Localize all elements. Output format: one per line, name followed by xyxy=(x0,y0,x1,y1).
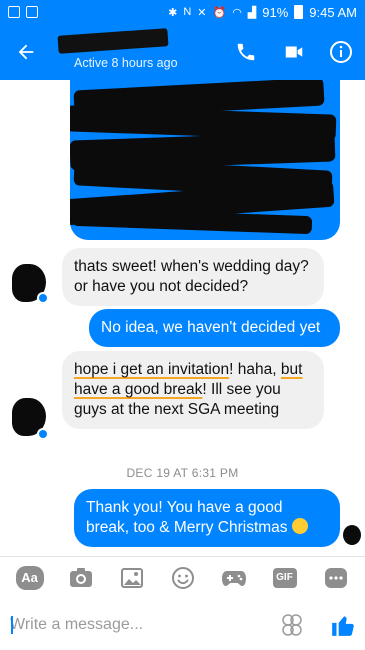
message-composer xyxy=(0,600,365,650)
battery-percent: 91% xyxy=(262,4,289,20)
message-timestamp: DEC 19 AT 6:31 PM xyxy=(126,466,239,480)
camera-button[interactable] xyxy=(67,564,95,592)
sticker-faces-icon xyxy=(282,614,302,636)
video-call-button[interactable] xyxy=(280,38,308,66)
read-receipt-avatar xyxy=(343,525,361,545)
message-text: thats sweet! when's wedding day? or have… xyxy=(74,258,309,295)
camera-icon xyxy=(69,567,92,587)
stickers-button[interactable] xyxy=(280,613,304,637)
composer-toolbar: Aa GIF xyxy=(0,556,365,598)
phone-icon xyxy=(237,43,255,61)
nfc-icon: N xyxy=(183,6,192,18)
gallery-button[interactable] xyxy=(118,564,146,592)
bluetooth-icon: ✱ xyxy=(168,6,178,19)
battery-icon xyxy=(294,5,304,19)
message-text: ! haha, xyxy=(229,361,281,378)
arrow-left-icon xyxy=(18,44,34,60)
message-text: No idea, we haven't decided yet xyxy=(101,319,321,336)
info-button[interactable] xyxy=(327,38,355,66)
smiling-face-emoji-icon xyxy=(291,518,308,534)
thumbs-up-icon xyxy=(332,616,354,636)
active-status: Active 8 hours ago xyxy=(74,56,178,70)
messenger-badge-icon xyxy=(37,428,49,440)
message-text: Thank you! You have a good break, too & … xyxy=(86,499,288,536)
gif-icon: GIF xyxy=(272,567,297,588)
status-bar: ✱ N ✕ ⏰ ◠ ▟ 91% 9:45 AM xyxy=(0,0,365,24)
signal-icon: ▟ xyxy=(247,6,257,19)
gamepad-icon xyxy=(221,570,246,586)
message-input[interactable] xyxy=(10,612,270,638)
mute-icon: ✕ xyxy=(197,6,207,19)
smiley-icon xyxy=(171,566,194,589)
messenger-badge-icon xyxy=(37,292,49,304)
message-bubble-outgoing-redacted[interactable] xyxy=(70,80,340,240)
message-bubble-incoming[interactable]: hope i get an invitation! haha, but have… xyxy=(62,351,324,429)
message-thread[interactable]: thats sweet! when's wedding day? or have… xyxy=(0,80,365,550)
text-cursor xyxy=(11,616,13,634)
image-icon xyxy=(120,567,143,588)
games-button[interactable] xyxy=(220,564,248,592)
message-text-highlighted: hope i get an invitation xyxy=(74,361,230,378)
wifi-icon: ◠ xyxy=(232,6,242,19)
conversation-header: Active 8 hours ago xyxy=(0,24,365,80)
info-icon xyxy=(330,41,352,63)
message-bubble-outgoing[interactable]: No idea, we haven't decided yet xyxy=(89,309,340,347)
instagram-notification-icon xyxy=(8,6,20,18)
video-camera-icon xyxy=(285,46,303,58)
more-dots-icon xyxy=(324,567,347,588)
aa-icon: Aa xyxy=(15,565,44,590)
message-bubble-outgoing[interactable]: Thank you! You have a good break, too & … xyxy=(74,489,340,547)
contact-name-redacted[interactable] xyxy=(57,28,169,54)
image-notification-icon xyxy=(26,6,38,18)
voice-call-button[interactable] xyxy=(232,38,260,66)
sticker-picker-button[interactable] xyxy=(169,564,197,592)
like-button[interactable] xyxy=(330,612,356,638)
text-style-button[interactable]: Aa xyxy=(15,564,44,592)
back-button[interactable] xyxy=(12,38,40,66)
clock: 9:45 AM xyxy=(309,4,357,20)
gif-button[interactable]: GIF xyxy=(271,564,299,592)
message-bubble-incoming[interactable]: thats sweet! when's wedding day? or have… xyxy=(62,248,324,306)
alarm-icon: ⏰ xyxy=(212,6,227,19)
more-options-button[interactable] xyxy=(322,564,350,592)
